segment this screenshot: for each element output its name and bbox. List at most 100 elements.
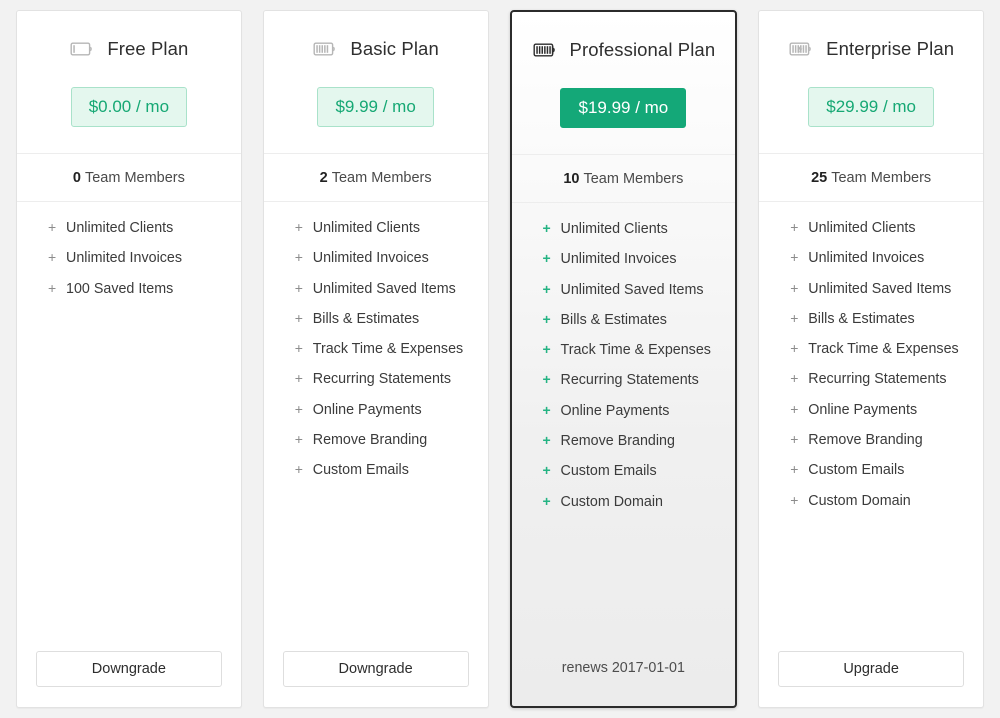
feature-label: Recurring Statements <box>312 371 452 388</box>
plan-card-basic: Basic Plan $9.99 / mo 2 Team Members + Unlimi… <box>262 10 489 708</box>
feature-item: + Unlimited Invoices <box>790 249 983 279</box>
feature-label: Online Payments <box>312 401 422 418</box>
plus-icon: + <box>48 249 57 266</box>
plan-title: Basic Plan <box>350 38 439 59</box>
price-row: $19.99 / mo <box>512 88 736 154</box>
feature-item: + Online Payments <box>543 402 736 432</box>
plus-icon: + <box>294 249 303 266</box>
feature-label: 100 Saved Items <box>66 280 174 297</box>
plan-header: Enterprise Plan <box>759 11 983 87</box>
team-members-count: 2 <box>319 169 328 186</box>
feature-label: Bills & Estimates <box>808 310 915 327</box>
feature-item: + Unlimited Clients <box>790 219 983 249</box>
feature-item: + Unlimited Invoices <box>48 249 241 279</box>
plus-icon: + <box>294 370 303 387</box>
feature-label: Custom Emails <box>560 463 657 480</box>
feature-item: + Track Time & Expenses <box>295 340 488 370</box>
plan-header: Free Plan <box>17 11 241 87</box>
plus-icon: + <box>790 431 799 448</box>
team-members-band: 0 Team Members <box>17 153 241 202</box>
feature-label: Custom Domain <box>560 493 664 510</box>
feature-label: Unlimited Invoices <box>808 250 925 267</box>
feature-item: + Custom Emails <box>295 461 488 491</box>
plus-icon: + <box>790 249 799 266</box>
feature-label: Unlimited Clients <box>808 220 916 236</box>
plus-icon: + <box>542 310 551 327</box>
plus-icon: + <box>542 401 551 418</box>
feature-label: Recurring Statements <box>808 371 947 388</box>
feature-item: + Recurring Statements <box>543 371 736 401</box>
plan-title: Free Plan <box>107 38 189 59</box>
feature-list: + Unlimited Clients + Unlimited Invoices +10… <box>17 202 241 651</box>
plan-card-free: Free Plan $0.00 / mo 0 Team Members + Unlimit… <box>16 10 242 708</box>
feature-item: + Custom Domain <box>790 492 983 522</box>
plus-icon: + <box>542 492 551 509</box>
price-badge[interactable]: $9.99 / mo <box>317 87 434 127</box>
upgrade-button[interactable]: Upgrade <box>778 651 964 687</box>
team-members-band: 10 Team Members <box>511 154 736 203</box>
plus-icon: + <box>542 280 551 297</box>
feature-label: Unlimited Clients <box>560 221 668 237</box>
feature-label: Custom Emails <box>312 462 409 479</box>
feature-label: Remove Branding <box>560 433 675 450</box>
feature-label: Remove Branding <box>312 432 428 449</box>
feature-item: +100 Saved Items <box>48 280 241 310</box>
feature-label: Custom Emails <box>808 462 905 479</box>
feature-item: + Unlimited Saved Items <box>790 280 983 310</box>
price-row: $9.99 / mo <box>264 87 488 153</box>
plus-icon: + <box>542 462 551 479</box>
battery-half-icon <box>312 40 339 58</box>
plus-icon: + <box>790 279 799 296</box>
feature-item: + Unlimited Clients <box>543 220 736 250</box>
plan-footer: renews 2017-01-01 <box>512 650 736 706</box>
team-members-label: Team Members <box>84 169 185 186</box>
feature-label: Track Time & Expenses <box>312 341 464 358</box>
plan-header: Basic Plan <box>264 11 488 87</box>
plan-card-professional: Professional Plan $19.99 / mo 10 Team Membe… <box>509 10 738 708</box>
feature-label: Bills & Estimates <box>560 311 667 328</box>
battery-empty-icon <box>69 40 96 58</box>
plan-header: Professional Plan <box>512 12 736 88</box>
plus-icon: + <box>294 309 303 326</box>
downgrade-button[interactable]: Downgrade <box>282 651 469 687</box>
price-badge[interactable]: $0.00 / mo <box>70 87 188 127</box>
feature-label: Unlimited Clients <box>66 220 174 236</box>
downgrade-button[interactable]: Downgrade <box>36 651 222 687</box>
team-members-label: Team Members <box>331 169 432 186</box>
price-badge[interactable]: $19.99 / mo <box>560 88 687 128</box>
feature-label: Remove Branding <box>808 432 923 449</box>
plus-icon: + <box>48 219 57 235</box>
plan-title: Professional Plan <box>569 39 716 60</box>
feature-item: + Track Time & Expenses <box>790 340 983 370</box>
feature-label: Custom Domain <box>808 492 911 509</box>
price-row: $0.00 / mo <box>17 87 241 153</box>
price-badge[interactable]: $29.99 / mo <box>808 87 935 127</box>
feature-item: + Remove Branding <box>543 432 736 462</box>
feature-item: + Track Time & Expenses <box>543 341 736 371</box>
feature-label: Online Payments <box>560 402 670 419</box>
feature-label: Unlimited Invoices <box>312 250 429 267</box>
plus-icon: + <box>294 279 303 296</box>
plus-icon: + <box>294 219 303 235</box>
feature-list: + Unlimited Clients + Unlimited Invoices + Un… <box>759 202 983 651</box>
feature-label: Unlimited Saved Items <box>808 280 952 297</box>
renewal-date-note: renews 2017-01-01 <box>561 660 685 676</box>
price-row: $29.99 / mo <box>759 87 983 153</box>
plus-icon: + <box>790 219 799 235</box>
plus-icon: + <box>542 432 551 449</box>
plus-icon: + <box>294 461 303 478</box>
feature-item: + Bills & Estimates <box>295 310 488 340</box>
plus-icon: + <box>790 461 799 478</box>
plus-icon: + <box>542 341 551 358</box>
feature-item: + Unlimited Clients <box>48 219 241 249</box>
plus-icon: + <box>790 491 799 508</box>
plus-icon: + <box>294 340 303 357</box>
feature-item: + Bills & Estimates <box>790 310 983 340</box>
feature-item: + Custom Emails <box>790 461 983 491</box>
plan-title: Enterprise Plan <box>826 38 955 59</box>
feature-label: Unlimited Saved Items <box>560 281 704 298</box>
feature-item: + Custom Domain <box>543 493 736 523</box>
plus-icon: + <box>542 250 551 267</box>
team-members-count: 10 <box>563 170 580 187</box>
plus-icon: + <box>542 220 551 236</box>
